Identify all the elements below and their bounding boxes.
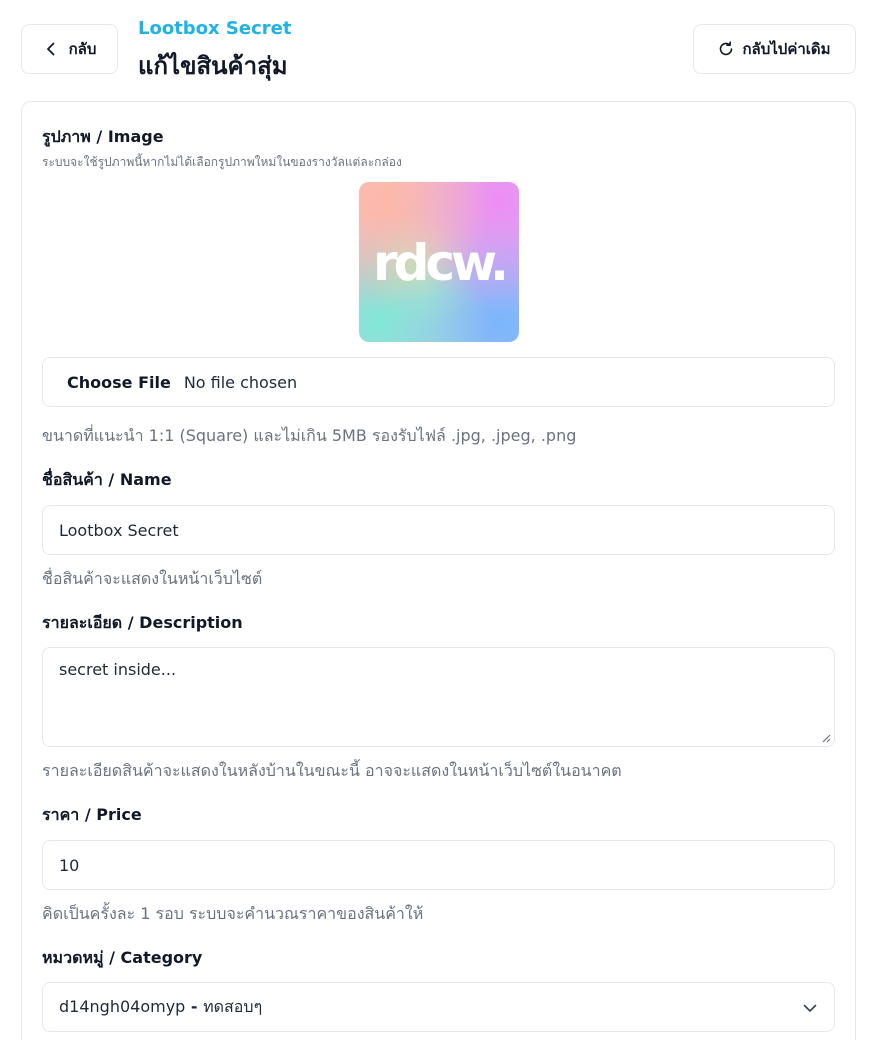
image-label: รูปภาพ / Image <box>42 127 164 146</box>
description-textarea[interactable]: secret inside... <box>42 647 835 747</box>
chevron-down-icon <box>803 1004 817 1012</box>
image-sublabel: ระบบจะใช้รูปภาพนี้หากไม่ได้เลือกรูปภาพให… <box>42 155 402 169</box>
file-status: No file chosen <box>183 372 298 392</box>
chevron-left-icon <box>43 41 59 57</box>
resize-grip-icon[interactable] <box>821 733 831 743</box>
category-select[interactable]: d14ngh04omyp - ทดสอบๆ <box>42 982 835 1032</box>
back-button-label: กลับ <box>68 41 97 58</box>
page-title: แก้ไขสินค้าสุ่ม <box>138 52 288 80</box>
description-value: secret inside... <box>59 660 177 679</box>
name-hint: ชื่อสินค้าจะแสดงในหน้าเว็บไซต์ <box>42 569 263 588</box>
category-separator: - <box>185 996 204 1016</box>
description-hint: รายละเอียดสินค้าจะแสดงในหลังบ้านในขณะนี้… <box>42 761 622 780</box>
image-hint: ขนาดที่แนะนำ 1:1 (Square) และไม่เกิน 5MB… <box>42 426 577 445</box>
category-name: ทดสอบๆ <box>203 996 263 1016</box>
description-label: รายละเอียด / Description <box>42 613 243 632</box>
preview-logo: rdcw. <box>372 234 509 292</box>
reset-button-label: กลับไปค่าเดิม <box>742 41 831 58</box>
category-id: d14ngh04omyp <box>59 996 186 1016</box>
page-subtitle: Lootbox Secret <box>138 18 292 39</box>
image-preview: rdcw. <box>359 182 519 342</box>
reset-button[interactable]: กลับไปค่าเดิม <box>693 24 856 74</box>
name-label: ชื่อสินค้า / Name <box>42 470 172 489</box>
price-input[interactable]: 10 <box>42 840 835 890</box>
back-button[interactable]: กลับ <box>21 24 118 74</box>
price-input-value: 10 <box>59 855 80 875</box>
price-hint: คิดเป็นครั้งละ 1 รอบ ระบบจะคำนวณราคาของส… <box>42 904 424 923</box>
category-selected-value: d14ngh04omyp - ทดสอบๆ <box>59 995 262 1020</box>
image-file-input[interactable]: Choose File No file chosen <box>42 357 835 407</box>
name-input[interactable]: Lootbox Secret <box>42 505 835 555</box>
refresh-icon <box>718 41 734 57</box>
category-label: หมวดหมู่ / Category <box>42 948 203 967</box>
choose-file-button[interactable]: Choose File <box>67 373 171 392</box>
price-label: ราคา / Price <box>42 805 142 824</box>
name-input-value: Lootbox Secret <box>59 520 179 540</box>
